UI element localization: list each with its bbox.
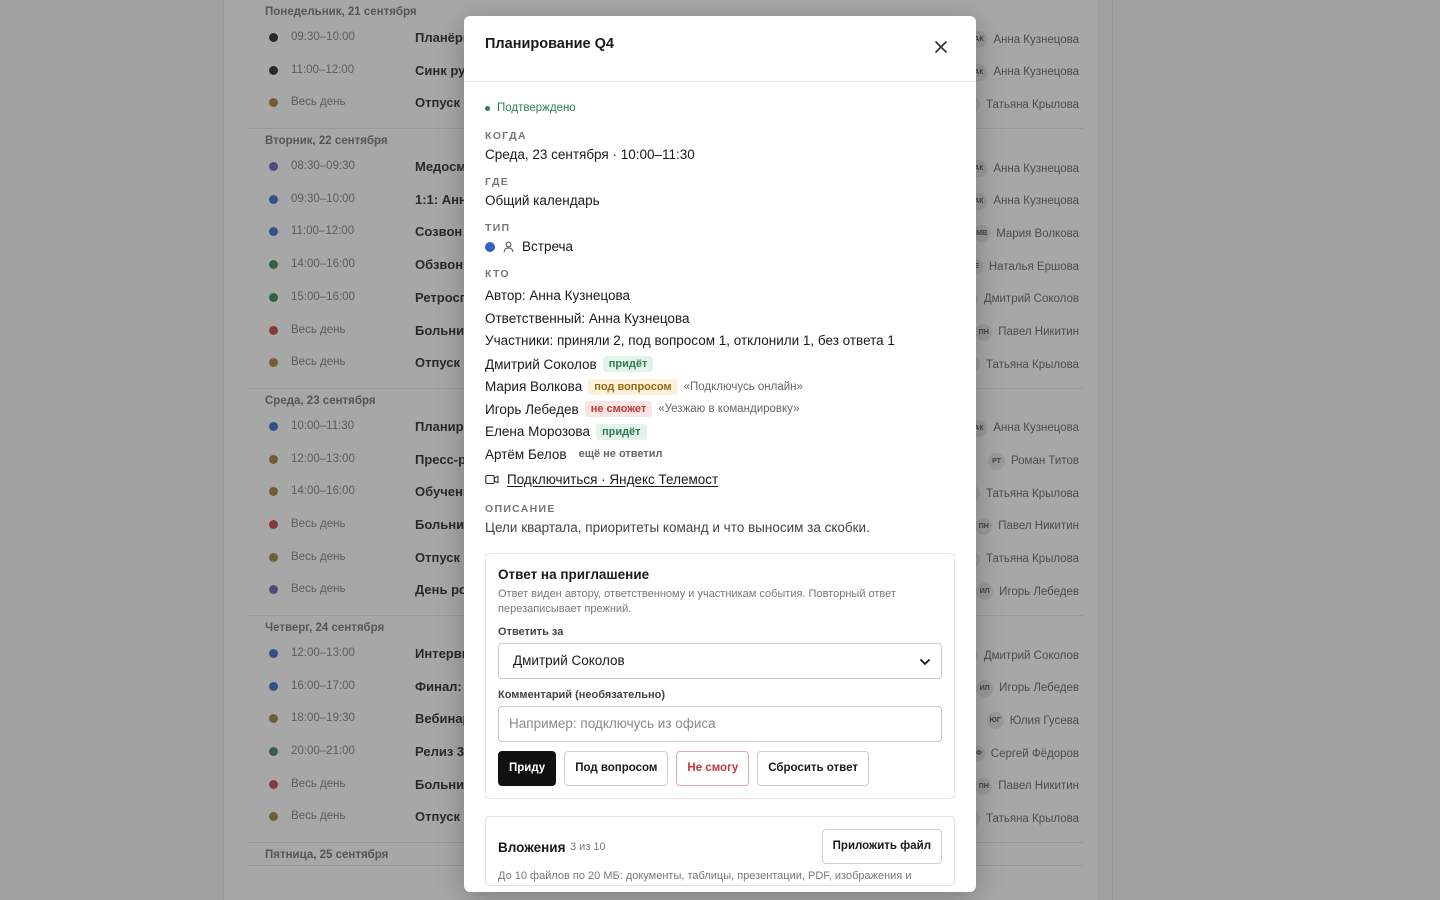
modal-body: Подтверждено Когда Среда, 23 сентября · … xyxy=(464,82,976,886)
comment-label: Комментарий (необязательно) xyxy=(498,688,666,701)
where-label: Где xyxy=(485,176,510,188)
attendee-name: Елена Морозова xyxy=(485,424,590,440)
join-link-row[interactable]: Подключиться · Яндекс Телемост xyxy=(485,472,955,487)
close-button[interactable] xyxy=(930,36,952,58)
attendee-name: Мария Волкова xyxy=(485,379,583,395)
attendee-row: Мария Волкова под вопросом «Подключусь онл… xyxy=(485,375,955,398)
reset-response-button[interactable]: Сбросить ответ xyxy=(757,750,869,786)
respond-for-label: Ответить за xyxy=(498,625,564,638)
when-label: Когда xyxy=(485,130,527,142)
chevron-down-icon xyxy=(920,658,930,665)
attendee-status-badge: придёт xyxy=(595,423,647,440)
attendee-name: Дмитрий Соколов xyxy=(485,356,597,372)
type-value: Встреча xyxy=(485,239,955,254)
attendee-status-badge: придёт xyxy=(602,356,654,373)
status-dot-icon xyxy=(485,105,490,111)
author-line: Автор: Анна Кузнецова xyxy=(485,288,630,303)
attend-button[interactable]: Приду xyxy=(498,750,557,786)
status-badge: Подтверждено xyxy=(485,102,955,114)
attendee-comment: «Уезжаю в командировку» xyxy=(658,403,800,416)
video-camera-icon xyxy=(485,474,499,484)
attachments-panel: Вложения 3 из 10 Приложить файл До 10 фа… xyxy=(485,815,955,886)
close-icon xyxy=(935,41,947,53)
attach-file-button[interactable]: Приложить файл xyxy=(821,828,942,864)
modal-title: Планирование Q4 xyxy=(485,36,614,52)
rsvp-buttons: Приду Под вопросом Не смогу Сбросить отв… xyxy=(498,750,942,786)
comment-input[interactable] xyxy=(498,705,942,742)
attendee-comment: «Подключусь онлайн» xyxy=(683,380,803,393)
type-text: Встреча xyxy=(522,239,574,254)
attendee-name: Игорь Лебедев xyxy=(485,401,579,417)
attendee-row: Артём Белов ещё не ответил xyxy=(485,443,955,466)
maybe-button[interactable]: Под вопросом xyxy=(564,750,669,786)
modal-header: Планирование Q4 xyxy=(464,16,976,82)
attendee-row: Елена Морозова придёт xyxy=(485,421,955,444)
attendee-row: Игорь Лебедев не сможет «Уезжаю в командир… xyxy=(485,398,955,421)
description-label: Описание xyxy=(485,502,556,515)
attendee-row: Дмитрий Соколов придёт xyxy=(485,353,955,376)
when-value: Среда, 23 сентября · 10:00–11:30 xyxy=(485,147,695,162)
event-modal: Планирование Q4 Подтверждено Когда Среда… xyxy=(464,16,976,892)
attendee-list: Дмитрий Соколов придёт Мария Волкова под во… xyxy=(485,353,955,466)
respond-for-select[interactable]: Дмитрий Соколов xyxy=(498,642,942,679)
responsible-line: Ответственный: Анна Кузнецова xyxy=(485,310,690,326)
attendee-name: Артём Белов xyxy=(485,446,567,462)
status-text: Подтверждено xyxy=(497,102,576,114)
who-label: Кто xyxy=(485,268,510,280)
attachments-count: 3 из 10 xyxy=(570,840,606,853)
rsvp-panel: Ответ на приглашение Ответ виден автору,… xyxy=(485,552,955,799)
type-color-dot xyxy=(485,241,495,252)
decline-button[interactable]: Не смогу xyxy=(676,750,750,786)
attendee-summary: Участники: приняли 2, под вопросом 1, от… xyxy=(485,333,895,349)
attendee-status-badge: не сможет xyxy=(584,401,653,418)
attendee-status-badge: под вопросом xyxy=(588,378,678,395)
type-label: Тип xyxy=(485,222,511,234)
attachments-title: Вложения xyxy=(498,839,566,855)
description-text: Цели квартала, приоритеты команд и что в… xyxy=(485,519,870,535)
join-link[interactable]: Подключиться · Яндекс Телемост xyxy=(507,472,718,487)
rsvp-title: Ответ на приглашение xyxy=(498,566,650,582)
attendee-status-badge: ещё не ответил xyxy=(578,448,663,461)
rsvp-hint: Ответ виден автору, ответственному и уча… xyxy=(498,587,896,615)
attachments-hint: До 10 файлов по 20 МБ: документы, таблиц… xyxy=(498,869,912,882)
respond-for-value: Дмитрий Соколов xyxy=(513,653,625,669)
where-value: Общий календарь xyxy=(485,193,600,208)
person-icon xyxy=(503,241,514,252)
